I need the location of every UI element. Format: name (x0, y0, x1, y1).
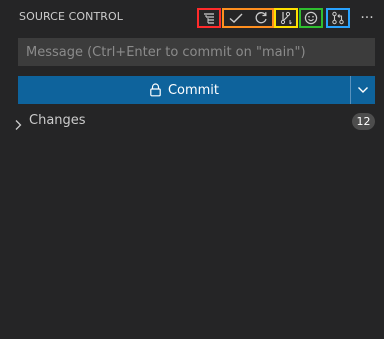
branch-button[interactable] (274, 8, 298, 28)
panel-header: SOURCE CONTROL ··· (0, 0, 384, 34)
more-actions-button[interactable]: ··· (357, 9, 377, 27)
chevron-down-icon (357, 86, 369, 94)
list-tree-icon (202, 11, 216, 25)
smiley-icon (304, 11, 318, 25)
commit-button[interactable]: Commit (18, 76, 350, 104)
check-icon[interactable] (228, 11, 244, 25)
lock-icon (149, 83, 162, 97)
commit-refresh-group (222, 8, 274, 28)
commit-options-dropdown[interactable] (350, 76, 375, 104)
changes-label: Changes (29, 113, 86, 128)
chevron-right-icon (12, 116, 24, 130)
pull-request-button[interactable] (326, 8, 350, 28)
changes-count-badge: 12 (352, 113, 375, 130)
smiley-button[interactable] (299, 8, 323, 28)
refresh-icon[interactable] (253, 11, 269, 25)
panel-title: SOURCE CONTROL (19, 10, 124, 23)
commit-button-label: Commit (167, 82, 220, 98)
commit-message-box (18, 38, 375, 66)
pull-request-icon (331, 11, 345, 25)
view-as-tree-button[interactable] (197, 8, 221, 28)
source-control-panel: SOURCE CONTROL ··· Message (Ctrl+Enter t… (0, 0, 384, 339)
branch-icon (279, 11, 293, 25)
commit-message-input[interactable] (19, 39, 374, 65)
changes-section-header[interactable]: Changes 12 (0, 111, 384, 133)
